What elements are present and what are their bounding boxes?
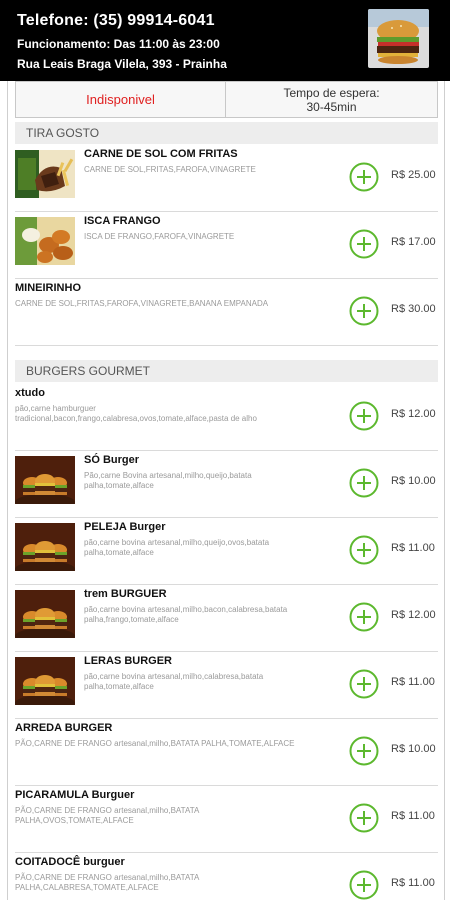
plus-circle-icon <box>349 870 379 900</box>
add-item-button[interactable] <box>349 401 379 431</box>
store-status-bar: Indisponivel Tempo de espera: 30-45min <box>15 81 438 118</box>
item-name: MINEIRINHO <box>15 282 81 294</box>
item-image <box>15 590 75 638</box>
item-image <box>15 150 75 198</box>
item-name: COITADOCÊ burguer <box>15 856 125 868</box>
item-price: R$ 11.00 <box>391 810 435 822</box>
plus-circle-icon <box>349 468 379 498</box>
item-description: CARNE DE SOL,FRITAS,FAROFA,VINAGRETE,BAN… <box>15 299 269 308</box>
add-item-button[interactable] <box>349 870 379 900</box>
menu-item[interactable]: LERAS BURGER pão,carne bovina artesanal,… <box>15 651 438 719</box>
item-price: R$ 11.00 <box>391 676 435 688</box>
item-image <box>15 456 75 504</box>
item-price: R$ 17.00 <box>391 236 436 248</box>
add-item-button[interactable] <box>349 803 379 833</box>
menu-item[interactable]: CARNE DE SOL COM FRITAS CARNE DE SOL,FRI… <box>15 144 438 212</box>
plus-circle-icon <box>349 229 379 259</box>
item-description: pão,carne bovina artesanal,milho,calabre… <box>84 672 264 691</box>
item-price: R$ 11.00 <box>391 877 435 889</box>
item-price: R$ 12.00 <box>391 609 436 621</box>
availability-status: Indisponivel <box>16 82 226 117</box>
item-description: pão,carne bovina artesanal,milho,queijo,… <box>84 538 270 557</box>
item-name: CARNE DE SOL COM FRITAS <box>84 148 238 160</box>
wait-time-label: Tempo de espera: <box>283 86 380 100</box>
menu-item[interactable]: PELEJA Burger pão,carne bovina artesanal… <box>15 517 438 585</box>
plus-circle-icon <box>349 602 379 632</box>
wait-time-box: Tempo de espera: 30-45min <box>226 82 437 117</box>
plus-circle-icon <box>349 401 379 431</box>
item-description: pão,carne bovina artesanal,milho,bacon,c… <box>84 605 288 624</box>
add-item-button[interactable] <box>349 669 379 699</box>
item-description: PÃO,CARNE DE FRANGO artesanal,milho,BATA… <box>15 873 199 892</box>
item-name: xtudo <box>15 387 45 399</box>
add-item-button[interactable] <box>349 296 379 326</box>
plus-circle-icon <box>349 669 379 699</box>
item-price: R$ 10.00 <box>391 743 436 755</box>
item-price: R$ 12.00 <box>391 408 436 420</box>
item-description: PÃO,CARNE DE FRANGO artesanal,milho,BATA… <box>15 739 295 748</box>
menu-item[interactable]: ISCA FRANGO ISCA DE FRANGO,FAROFA,VINAGR… <box>15 211 438 279</box>
item-name: ISCA FRANGO <box>84 215 161 227</box>
item-price: R$ 11.00 <box>391 542 435 554</box>
item-name: PELEJA Burger <box>84 521 166 533</box>
section-header-burgers-gourmet: BURGERS GOURMET <box>15 360 438 382</box>
store-phone: Telefone: (35) 99914-6041 <box>17 12 215 29</box>
item-name: LERAS BURGER <box>84 655 173 667</box>
add-item-button[interactable] <box>349 535 379 565</box>
item-price: R$ 30.00 <box>391 303 436 315</box>
plus-circle-icon <box>349 296 379 326</box>
plus-circle-icon <box>349 535 379 565</box>
add-item-button[interactable] <box>349 736 379 766</box>
item-image <box>15 523 75 571</box>
item-description: pão,carne hamburguer tradicional,bacon,f… <box>15 404 257 423</box>
menu-item[interactable]: xtudo pão,carne hamburguer tradicional,b… <box>15 383 438 451</box>
store-address: Rua Leais Braga Vilela, 393 - Prainha <box>17 57 227 71</box>
item-name: trem BURGUER <box>84 588 167 600</box>
item-price: R$ 25.00 <box>391 169 436 181</box>
menu-item[interactable]: SÓ Burger Pão,carne Bovina artesanal,mil… <box>15 450 438 518</box>
menu-item[interactable]: MINEIRINHO CARNE DE SOL,FRITAS,FAROFA,VI… <box>15 278 438 346</box>
item-image <box>15 217 75 265</box>
item-description: PÃO,CARNE DE FRANGO artesanal,milho,BATA… <box>15 806 199 825</box>
item-description: ISCA DE FRANGO,FAROFA,VINAGRETE <box>84 232 235 241</box>
wait-time-value: 30-45min <box>306 100 357 114</box>
plus-circle-icon <box>349 162 379 192</box>
store-logo <box>368 9 429 68</box>
section-header-tira-gosto: TIRA GOSTO <box>15 122 438 144</box>
item-name: PICARAMULA Burguer <box>15 789 135 801</box>
item-name: SÓ Burger <box>84 454 140 466</box>
add-item-button[interactable] <box>349 162 379 192</box>
add-item-button[interactable] <box>349 229 379 259</box>
item-name: ARREDA BURGER <box>15 722 113 734</box>
menu-item[interactable]: COITADOCÊ burguer PÃO,CARNE DE FRANGO ar… <box>15 852 438 919</box>
item-description: Pão,carne Bovina artesanal,milho,queijo,… <box>84 471 252 490</box>
menu-item[interactable]: PICARAMULA Burguer PÃO,CARNE DE FRANGO a… <box>15 785 438 853</box>
item-price: R$ 10.00 <box>391 475 436 487</box>
add-item-button[interactable] <box>349 468 379 498</box>
menu-item[interactable]: ARREDA BURGER PÃO,CARNE DE FRANGO artesa… <box>15 718 438 786</box>
store-hours: Funcionamento: Das 11:00 às 23:00 <box>17 37 220 51</box>
plus-circle-icon <box>349 803 379 833</box>
item-description: CARNE DE SOL,FRITAS,FAROFA,VINAGRETE <box>84 165 256 174</box>
menu-item[interactable]: trem BURGUER pão,carne bovina artesanal,… <box>15 584 438 652</box>
add-item-button[interactable] <box>349 602 379 632</box>
item-image <box>15 657 75 705</box>
store-header: Telefone: (35) 99914-6041 Funcionamento:… <box>0 0 450 81</box>
plus-circle-icon <box>349 736 379 766</box>
